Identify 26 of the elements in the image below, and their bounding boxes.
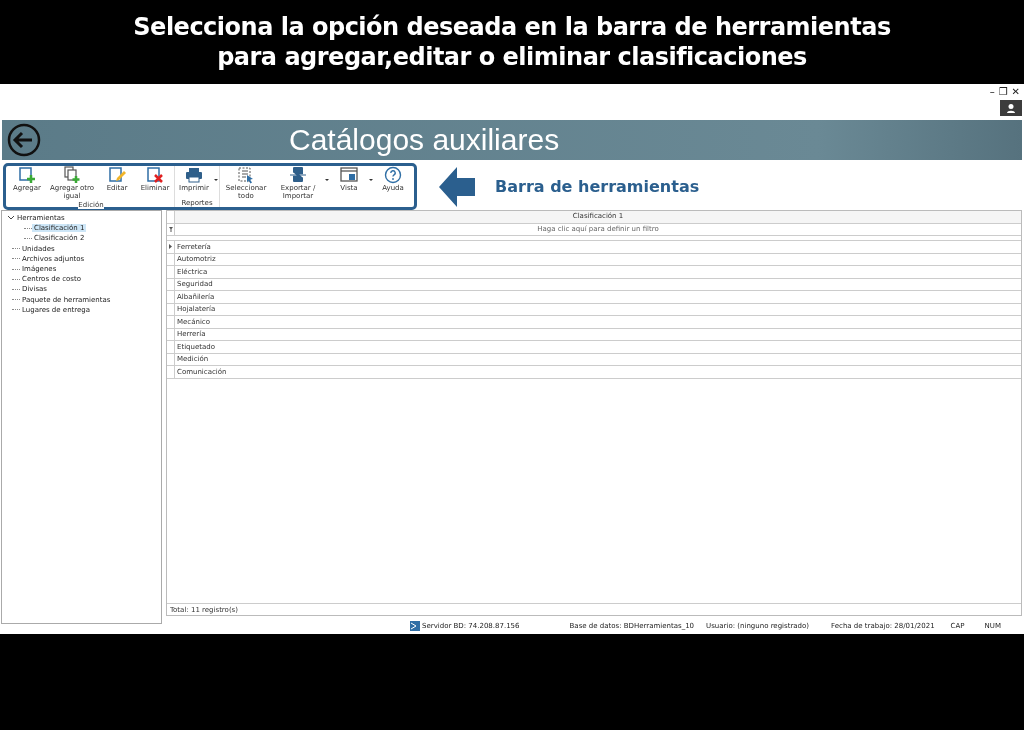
- help-icon: [384, 166, 402, 184]
- window-control[interactable]: ✕: [1011, 84, 1020, 100]
- annotation-label: Barra de herramientas: [495, 177, 700, 196]
- printer-icon: [185, 166, 203, 184]
- server-icon: [410, 621, 420, 631]
- select-all-icon: [237, 166, 255, 184]
- banner-title: Selecciona la opción deseada en la barra de herramientas: [133, 12, 891, 42]
- user-button[interactable]: [1000, 100, 1022, 116]
- row-indicator-icon: [169, 244, 172, 250]
- page-title: Catálogos auxiliares: [289, 123, 560, 157]
- chevron-icon[interactable]: [7, 215, 15, 222]
- add-document-icon: [18, 166, 36, 184]
- filter-icon[interactable]: [168, 226, 173, 232]
- window-view-icon: [340, 166, 358, 184]
- user-icon: [1006, 103, 1016, 113]
- delete-document-icon: [146, 166, 164, 184]
- caret-icon[interactable]: [213, 178, 219, 182]
- export-import-icon: [289, 166, 307, 184]
- window-control[interactable]: ❐: [998, 84, 1008, 100]
- banner-title: para agregar,editar o eliminar clasificaciones: [217, 42, 807, 72]
- caret-icon[interactable]: [324, 178, 330, 182]
- caret-icon[interactable]: [368, 178, 374, 182]
- window-control[interactable]: –: [989, 84, 995, 100]
- edit-pencil-icon: [108, 166, 126, 184]
- copy-document-icon: [63, 166, 81, 184]
- pointer-arrow: [439, 166, 475, 207]
